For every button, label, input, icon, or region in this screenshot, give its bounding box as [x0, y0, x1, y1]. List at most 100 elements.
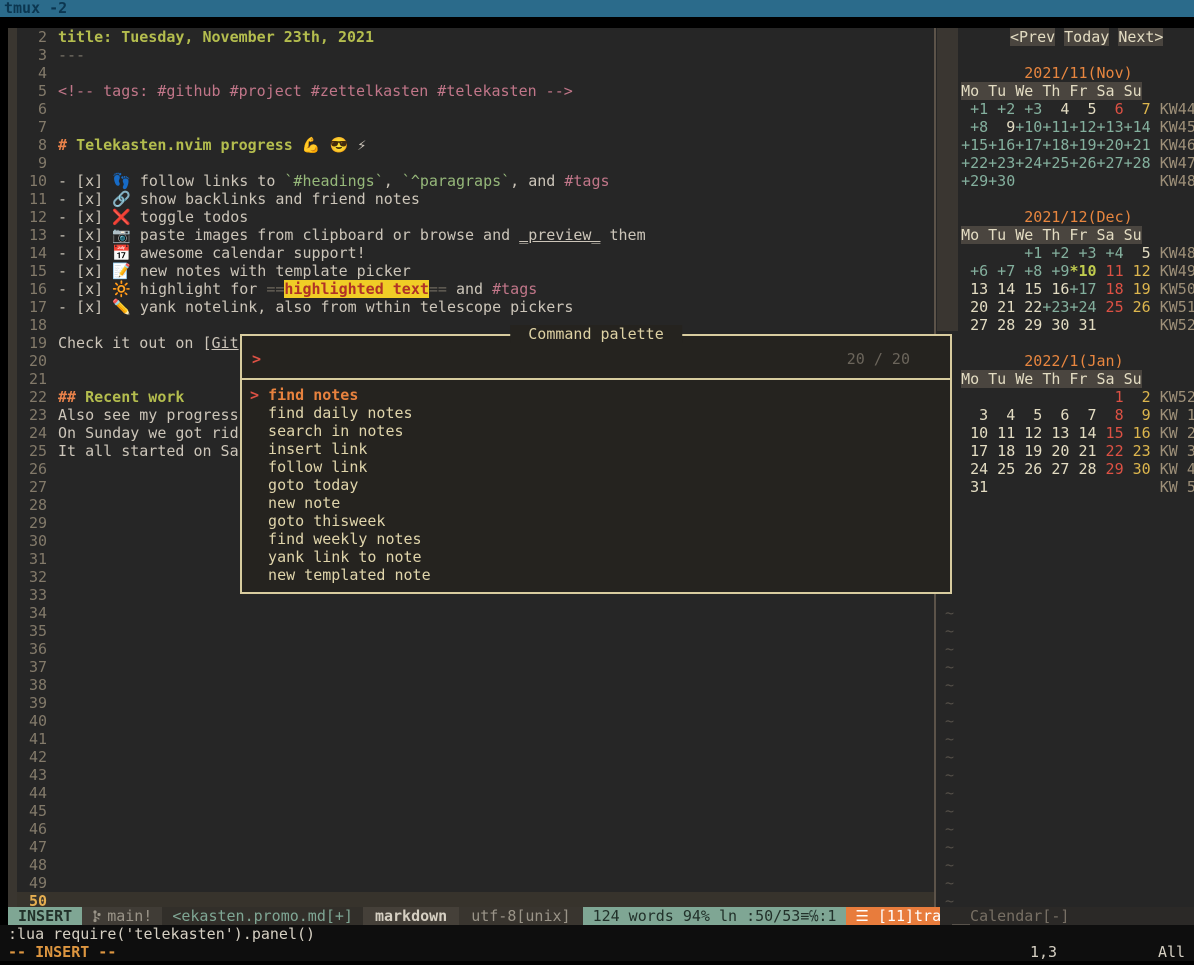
calendar-day[interactable]: +12 [1069, 118, 1096, 136]
calendar-day[interactable]: 5 [1124, 244, 1151, 262]
calendar-next-button[interactable]: Next> [1118, 28, 1163, 46]
calendar-day[interactable]: 12 [1015, 424, 1042, 442]
calendar-day[interactable]: 24 [961, 460, 988, 478]
buffer-line[interactable]: 14- [x] 📅 awesome calendar support! [17, 244, 934, 262]
calendar-day[interactable]: 8 [1097, 406, 1124, 424]
buffer-line[interactable]: 43 [17, 766, 934, 784]
calendar-day[interactable]: +2 [988, 100, 1015, 118]
calendar-day[interactable]: +9 [1042, 262, 1069, 280]
calendar-day[interactable]: *10 [1069, 262, 1096, 280]
buffer-line[interactable]: 36 [17, 640, 934, 658]
calendar-day[interactable]: +24 [1069, 298, 1096, 316]
buffer-line[interactable]: 44 [17, 784, 934, 802]
buffer-line[interactable]: 17- [x] ✏️ yank notelink, also from wthi… [17, 298, 934, 316]
calendar-day[interactable]: 22 [1097, 442, 1124, 460]
calendar-day[interactable]: 23 [1124, 442, 1151, 460]
palette-item[interactable]: find weekly notes [250, 530, 942, 548]
calendar-day[interactable]: 7 [1124, 100, 1151, 118]
calendar-day[interactable]: 15 [1097, 424, 1124, 442]
calendar-day[interactable]: +22 [961, 154, 988, 172]
calendar-day[interactable]: +26 [1069, 154, 1096, 172]
calendar-day[interactable]: +25 [1042, 154, 1069, 172]
buffer-line[interactable]: 40 [17, 712, 934, 730]
calendar-day[interactable]: +3 [1069, 244, 1096, 262]
buffer-line[interactable]: 49 [17, 874, 934, 892]
calendar-day[interactable]: +13 [1097, 118, 1124, 136]
palette-item[interactable]: goto today [250, 476, 942, 494]
calendar-day[interactable]: 30 [1042, 316, 1069, 334]
buffer-line[interactable]: 4 [17, 64, 934, 82]
calendar-day[interactable]: 4 [1042, 100, 1069, 118]
calendar-day[interactable]: 27 [1042, 460, 1069, 478]
calendar-day[interactable]: +28 [1124, 154, 1151, 172]
calendar-day[interactable]: 21 [1069, 442, 1096, 460]
calendar-day[interactable]: 19 [1015, 442, 1042, 460]
buffer-line[interactable]: 38 [17, 676, 934, 694]
calendar-day[interactable]: 3 [961, 406, 988, 424]
calendar-day[interactable]: 12 [1124, 262, 1151, 280]
buffer-line[interactable]: 42 [17, 748, 934, 766]
buffer-line[interactable]: 18 [17, 316, 934, 334]
buffer-line[interactable]: 16- [x] 🔆 highlight for ==highlighted te… [17, 280, 934, 298]
buffer-line[interactable]: 11- [x] 🔗 show backlinks and friend note… [17, 190, 934, 208]
calendar-panel[interactable]: 2021/11(Nov) Mo Tu We Th Fr Sa Su +1 +2 … [943, 64, 1194, 514]
calendar-day[interactable]: 20 [961, 298, 988, 316]
calendar-day[interactable]: 26 [1124, 298, 1151, 316]
calendar-day[interactable]: 20 [1042, 442, 1069, 460]
calendar-day[interactable]: 29 [1097, 460, 1124, 478]
calendar-day[interactable]: 16 [1042, 280, 1069, 298]
calendar-day[interactable]: +4 [1097, 244, 1124, 262]
calendar-day[interactable]: 5 [1069, 100, 1096, 118]
buffer-line[interactable]: 45 [17, 802, 934, 820]
palette-item[interactable]: yank link to note [250, 548, 942, 566]
calendar-day[interactable]: +24 [1015, 154, 1042, 172]
calendar-day[interactable]: +30 [988, 172, 1015, 190]
calendar-day[interactable]: +14 [1124, 118, 1151, 136]
calendar-day[interactable]: +2 [1042, 244, 1069, 262]
buffer-line[interactable]: 15- [x] 📝 new notes with template picker [17, 262, 934, 280]
buffer-line[interactable]: 48 [17, 856, 934, 874]
calendar-day[interactable]: 29 [1015, 316, 1042, 334]
calendar-day[interactable]: 31 [961, 478, 988, 496]
calendar-day[interactable]: +11 [1042, 118, 1069, 136]
calendar-day[interactable]: +8 [1015, 262, 1042, 280]
calendar-day[interactable]: +3 [1015, 100, 1042, 118]
buffer-line[interactable]: 13- [x] 📷 paste images from clipboard or… [17, 226, 934, 244]
calendar-day[interactable]: +7 [988, 262, 1015, 280]
palette-item[interactable]: find daily notes [250, 404, 942, 422]
buffer-line[interactable]: 2title: Tuesday, November 23th, 2021 [17, 28, 934, 46]
palette-item[interactable]: > find notes [250, 386, 942, 404]
calendar-day[interactable]: 13 [1042, 424, 1069, 442]
buffer-line[interactable]: 3--- [17, 46, 934, 64]
buffer-line[interactable]: 9 [17, 154, 934, 172]
calendar-day[interactable]: +1 [1015, 244, 1042, 262]
calendar-day[interactable]: 4 [988, 406, 1015, 424]
calendar-day[interactable]: +23 [988, 154, 1015, 172]
buffer-line[interactable]: 37 [17, 658, 934, 676]
buffer-line[interactable]: 8# Telekasten.nvim progress 💪 😎 ⚡ [17, 136, 934, 154]
buffer-line[interactable]: 5<!-- tags: #github #project #zettelkast… [17, 82, 934, 100]
calendar-day[interactable]: +17 [1069, 280, 1096, 298]
calendar-day[interactable]: +23 [1042, 298, 1069, 316]
palette-item[interactable]: insert link [250, 440, 942, 458]
palette-item[interactable]: follow link [250, 458, 942, 476]
calendar-day[interactable]: 10 [961, 424, 988, 442]
calendar-day[interactable]: 2 [1124, 388, 1151, 406]
calendar-day[interactable]: +20 [1097, 136, 1124, 154]
calendar-day[interactable]: 1 [1097, 388, 1124, 406]
calendar-day[interactable]: 30 [1124, 460, 1151, 478]
calendar-day[interactable]: 17 [961, 442, 988, 460]
calendar-day[interactable]: +6 [961, 262, 988, 280]
calendar-day[interactable]: +8 [961, 118, 988, 136]
calendar-day[interactable]: 11 [1097, 262, 1124, 280]
buffer-line[interactable]: 39 [17, 694, 934, 712]
calendar-day[interactable]: 15 [1015, 280, 1042, 298]
buffer-line[interactable]: 41 [17, 730, 934, 748]
calendar-day[interactable]: 14 [1069, 424, 1096, 442]
calendar-day[interactable]: 6 [1042, 406, 1069, 424]
calendar-prev-button[interactable]: <Prev [1010, 28, 1055, 46]
command-line[interactable]: :lua require('telekasten').panel() [0, 925, 1194, 943]
buffer-line[interactable]: 10- [x] 👣 follow links to `#headings`, `… [17, 172, 934, 190]
calendar-day[interactable]: +27 [1097, 154, 1124, 172]
buffer-line[interactable]: 46 [17, 820, 934, 838]
